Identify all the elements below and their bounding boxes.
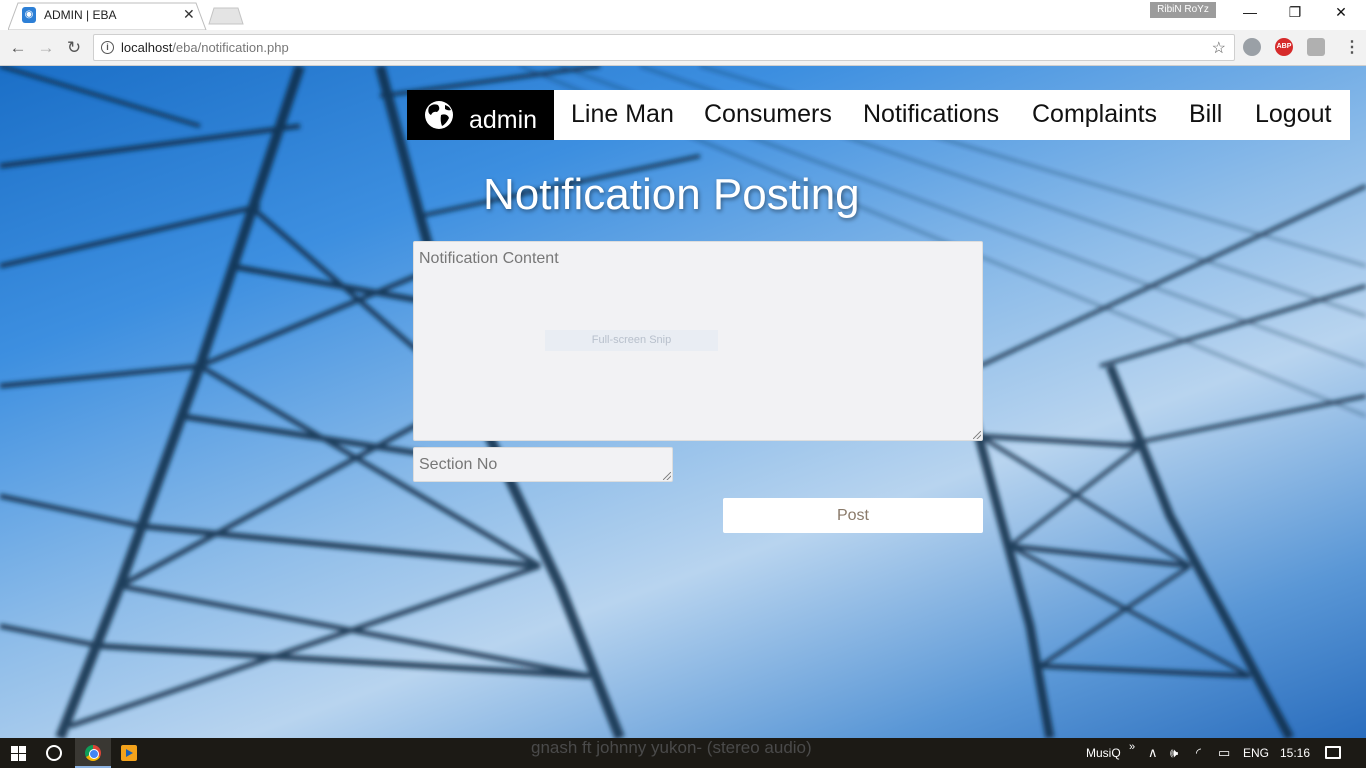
snip-overlay: Full-screen Snip: [545, 330, 718, 351]
profile-button[interactable]: RibiN RoYz: [1150, 2, 1216, 18]
post-button[interactable]: Post: [723, 498, 983, 533]
main-navbar: admin Line Man Consumers Notifications C…: [407, 90, 1350, 140]
nav-line-man[interactable]: Line Man: [571, 100, 674, 129]
new-tab-button[interactable]: [208, 7, 244, 25]
brand-home-link[interactable]: admin: [407, 90, 554, 140]
tab-title: ADMIN | EBA: [44, 8, 117, 22]
taskbar-chrome-app[interactable]: [75, 738, 111, 768]
restore-button[interactable]: ❐: [1280, 4, 1310, 21]
browser-toolbar: ← → ↻ i localhost/eba/notification.php ☆…: [0, 30, 1366, 66]
resize-handle-icon[interactable]: [663, 472, 671, 480]
battery-icon[interactable]: ▭: [1218, 745, 1230, 761]
nav-notifications[interactable]: Notifications: [863, 100, 999, 129]
tab-favicon-icon: ◉: [22, 7, 36, 23]
taskbar-media-player-app[interactable]: [111, 738, 147, 768]
wifi-icon[interactable]: ◜: [1196, 745, 1201, 761]
cube-extension-icon[interactable]: [1307, 38, 1325, 56]
address-bar[interactable]: i localhost/eba/notification.php ☆: [93, 34, 1235, 61]
show-hidden-icons-icon[interactable]: ∧: [1148, 745, 1158, 761]
adblock-extension-icon[interactable]: ABP: [1275, 38, 1293, 56]
windows-start-icon[interactable]: [11, 746, 26, 761]
tray-app-label[interactable]: MusiQ: [1086, 746, 1121, 760]
brand-label: admin: [469, 106, 538, 134]
page-viewport: admin Line Man Consumers Notifications C…: [0, 66, 1366, 738]
volume-icon[interactable]: 🕪: [1170, 745, 1178, 761]
reload-button[interactable]: ↻: [64, 38, 84, 58]
globe-icon: [425, 101, 453, 129]
chrome-menu-icon[interactable]: ⋮: [1344, 37, 1360, 57]
windows-taskbar: gnash ft johnny yukon- (stereo audio) Mu…: [0, 738, 1366, 768]
nav-bill[interactable]: Bill: [1189, 100, 1222, 129]
url-path: /eba/notification.php: [172, 40, 289, 55]
globe-extension-icon[interactable]: [1243, 38, 1261, 56]
media-player-icon: [121, 745, 137, 761]
notification-content-placeholder: Notification Content: [419, 250, 559, 267]
bookmark-star-icon[interactable]: ☆: [1212, 38, 1226, 58]
back-button[interactable]: ←: [8, 38, 28, 58]
forward-button[interactable]: →: [36, 38, 56, 58]
notification-content-textarea[interactable]: Notification Content Full-screen Snip: [413, 241, 983, 441]
resize-handle-icon[interactable]: [973, 431, 981, 439]
section-no-input[interactable]: Section No: [413, 447, 673, 482]
cortana-search-icon[interactable]: [46, 745, 62, 761]
browser-titlebar: ◉ ADMIN | EBA ✕ RibiN RoYz — ❐ ✕: [0, 0, 1366, 30]
action-center-icon[interactable]: [1325, 746, 1341, 759]
now-playing-text: gnash ft johnny yukon- (stereo audio): [531, 738, 812, 757]
nav-consumers[interactable]: Consumers: [704, 100, 832, 129]
chrome-icon: [85, 745, 101, 761]
language-indicator[interactable]: ENG: [1243, 746, 1269, 760]
minimize-button[interactable]: —: [1235, 4, 1265, 20]
tab-close-icon[interactable]: ✕: [183, 6, 195, 23]
clock[interactable]: 15:16: [1280, 746, 1310, 760]
page-title: Notification Posting: [483, 170, 860, 219]
url-text: localhost/eba/notification.php: [121, 40, 289, 55]
close-window-button[interactable]: ✕: [1326, 4, 1356, 21]
url-host: localhost: [121, 40, 173, 55]
nav-logout[interactable]: Logout: [1255, 100, 1331, 129]
tray-expand-icon[interactable]: »: [1129, 741, 1135, 753]
info-icon[interactable]: i: [101, 41, 114, 54]
nav-complaints[interactable]: Complaints: [1032, 100, 1157, 129]
section-no-placeholder: Section No: [419, 456, 498, 473]
